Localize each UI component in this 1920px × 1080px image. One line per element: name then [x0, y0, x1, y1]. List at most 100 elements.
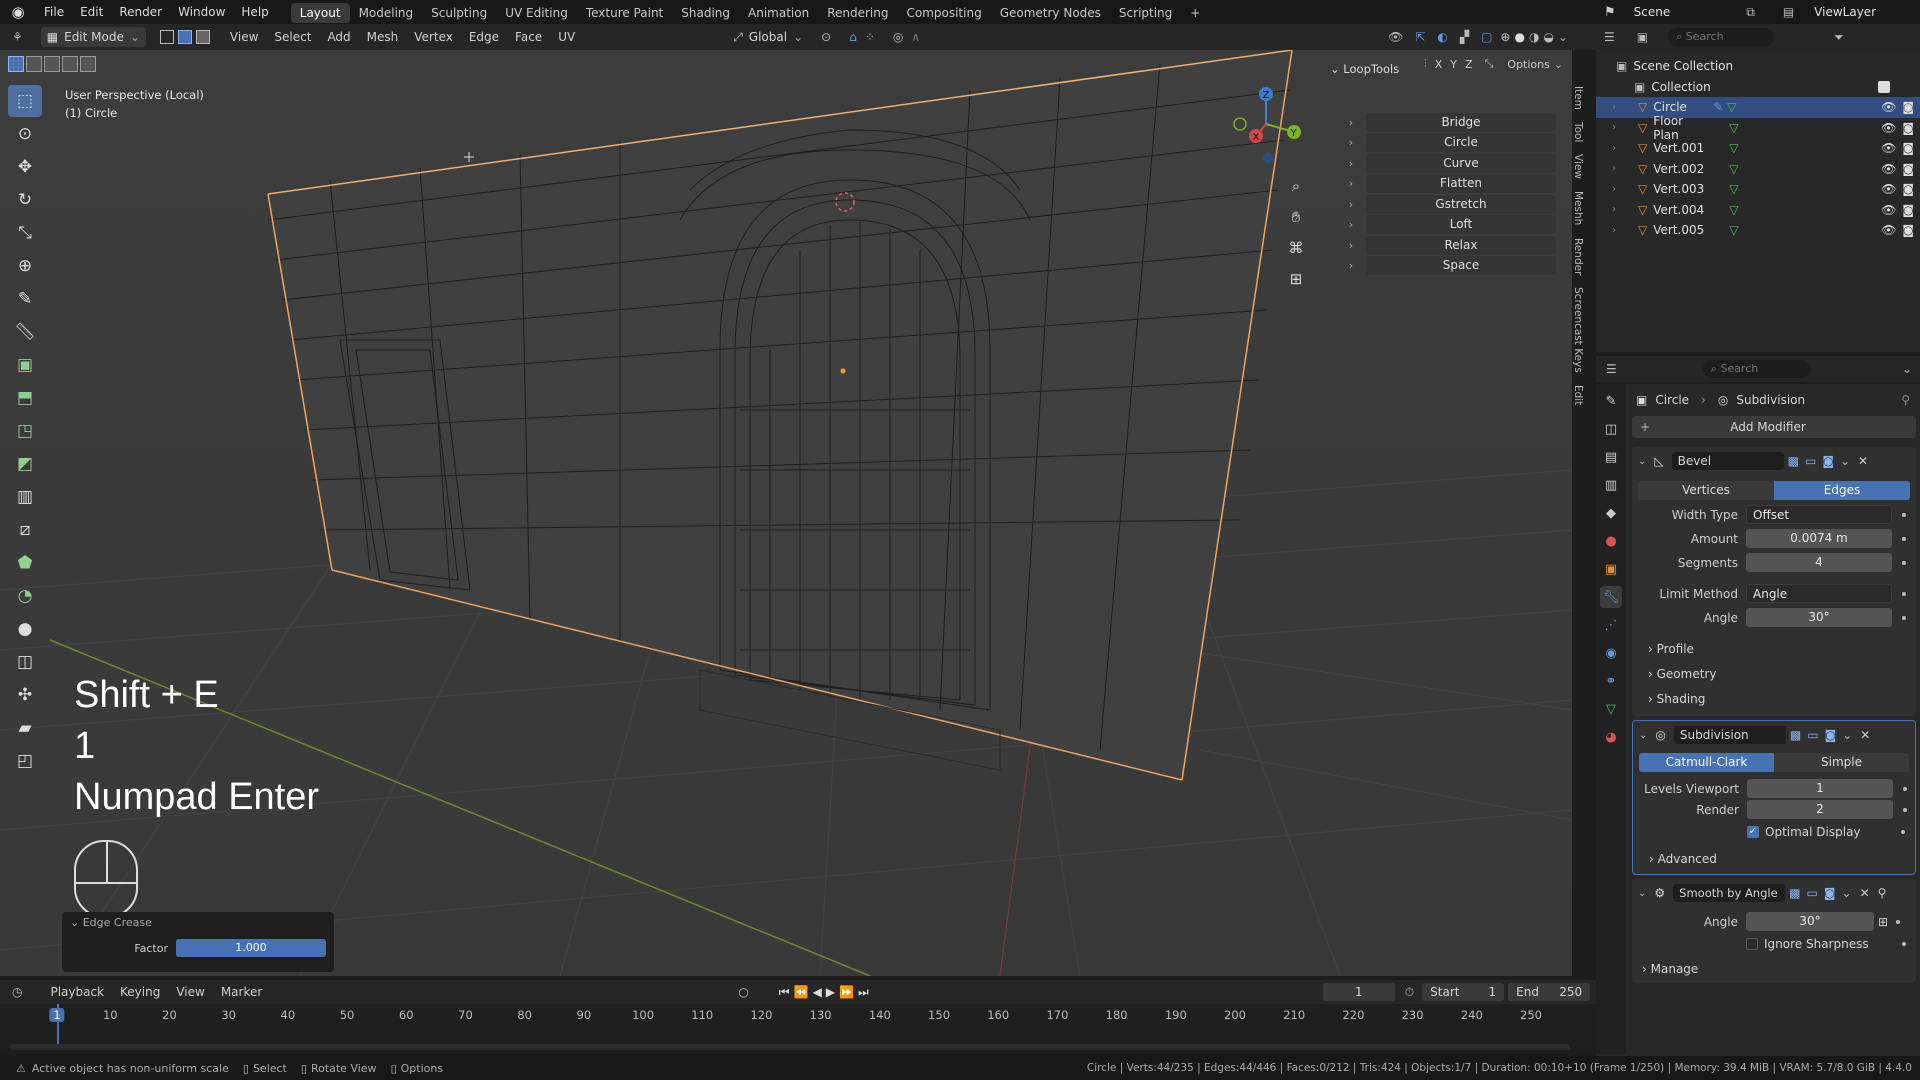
output-tab-icon[interactable]: ▤	[1600, 446, 1622, 468]
keyframe-dot[interactable]	[1903, 807, 1907, 812]
menu-help[interactable]: Help	[233, 0, 276, 24]
end-frame-field[interactable]: End 250	[1508, 983, 1591, 1001]
eye-icon[interactable]: 👁︎	[1881, 203, 1896, 217]
collapse-icon[interactable]: ⌄	[1639, 730, 1647, 741]
shear-tool-icon[interactable]: ▰	[8, 712, 42, 744]
sidebar-tab-edit[interactable]: Edit	[1572, 379, 1584, 411]
add-cube-tool-icon[interactable]: ▣	[8, 349, 42, 381]
looptools-loft-button[interactable]: Loft	[1366, 215, 1556, 234]
menu-playback[interactable]: Playback	[42, 985, 112, 999]
menu-edit[interactable]: Edit	[72, 0, 111, 24]
subpanel-shading[interactable]: › Shading	[1648, 687, 1910, 712]
viewlayer-name[interactable]: ViewLayer	[1814, 5, 1876, 19]
start-frame-field[interactable]: Start 1	[1422, 983, 1505, 1001]
limit-method-dropdown[interactable]: Angle	[1746, 584, 1892, 603]
timeline-ruler[interactable]: 1 10 20 30 40 50 60 70 80 90 100 110 120 130 140 150 160…	[0, 1004, 1596, 1050]
wireframe-shading-icon[interactable]: ⊕	[1500, 30, 1510, 44]
subdivision-name-field[interactable]: Subdivision	[1673, 726, 1786, 744]
optimal-display-checkbox[interactable]: ✓	[1747, 826, 1759, 838]
menu-edge[interactable]: Edge	[461, 30, 507, 44]
measure-tool-icon[interactable]: 📏︎	[8, 316, 42, 348]
keyframe-dot[interactable]	[1896, 919, 1901, 924]
select-new-icon[interactable]	[8, 56, 24, 72]
3d-viewport[interactable]: User Perspective (Local) (1) Circle Z Y …	[0, 50, 1572, 976]
stopwatch-icon[interactable]: ⏱	[1405, 985, 1414, 1000]
edge-slide-tool-icon[interactable]: ◫	[8, 646, 42, 678]
gizmo-icon[interactable]: ⇱	[1415, 30, 1425, 44]
scene-name[interactable]: Scene	[1634, 5, 1671, 19]
expand-icon[interactable]: ›	[1612, 122, 1638, 133]
sidebar-tab-view[interactable]: View	[1572, 148, 1584, 185]
dropdown-icon[interactable]: ⌄	[1840, 454, 1850, 468]
transform-orientation[interactable]: ⤢ Global ⌄	[733, 30, 803, 45]
new-scene-icon[interactable]: ⧉	[1746, 5, 1755, 20]
expand-icon[interactable]: ›	[1612, 225, 1638, 236]
annotate-tool-icon[interactable]: ✎	[8, 283, 42, 315]
pin-icon[interactable]: ⚲	[1901, 393, 1910, 407]
vertex-select-icon[interactable]	[159, 30, 174, 44]
smooth-tool-icon[interactable]: ●	[8, 613, 42, 645]
dropdown-icon[interactable]: ⌄	[1842, 886, 1852, 900]
inset-tool-icon[interactable]: ◳	[8, 415, 42, 447]
modifier-tab-icon[interactable]: 🔧︎	[1600, 586, 1622, 608]
eye-icon[interactable]: 👁︎	[1881, 100, 1896, 114]
xray-icon[interactable]: ▢	[1481, 30, 1492, 44]
perspective-toggle-icon[interactable]: ⊞	[1282, 264, 1310, 294]
rip-tool-icon[interactable]: ◰	[8, 745, 42, 777]
viewport-toggle-icon[interactable]: ▭	[1807, 728, 1818, 742]
smooth-angle-field[interactable]: 30°	[1746, 912, 1874, 931]
tab-animation[interactable]: Animation	[739, 3, 818, 23]
smooth-name-field[interactable]: Smooth by Angle	[1673, 884, 1786, 902]
operator-title[interactable]: ⌄ Edge Crease	[62, 912, 334, 933]
looptools-gstretch-button[interactable]: Gstretch	[1366, 194, 1556, 214]
select-subtract-icon[interactable]	[44, 56, 60, 72]
eye-icon[interactable]: 👁︎	[1881, 162, 1896, 176]
menu-add[interactable]: Add	[319, 30, 358, 44]
menu-select[interactable]: Select	[266, 30, 319, 44]
expand-icon[interactable]: ›	[1612, 143, 1638, 154]
tab-modeling[interactable]: Modeling	[350, 3, 423, 23]
sidebar-tab-tool[interactable]: Tool	[1572, 116, 1584, 148]
tab-rendering[interactable]: Rendering	[818, 3, 897, 23]
edge-select-icon[interactable]	[177, 30, 192, 44]
outliner-item[interactable]: › ▽ Vert.002 ▽ 👁︎ ◙	[1596, 159, 1920, 180]
collapse-icon[interactable]: ⌄	[1638, 456, 1646, 467]
menu-view[interactable]: View	[222, 30, 266, 44]
tab-scripting[interactable]: Scripting	[1110, 3, 1181, 23]
jump-end-icon[interactable]: ⏭	[858, 985, 873, 1000]
select-box-tool-icon[interactable]: ⬚	[8, 85, 42, 117]
menu-view[interactable]: View	[168, 985, 212, 999]
material-tab-icon[interactable]: ◕	[1600, 726, 1622, 748]
menu-render[interactable]: Render	[111, 0, 170, 24]
camera-icon[interactable]: ◙	[1902, 100, 1914, 114]
data-tab-icon[interactable]: ▽	[1600, 698, 1622, 720]
eye-icon[interactable]: 👁︎	[1881, 223, 1896, 237]
edit-mode-toggle-icon[interactable]: ▩	[1788, 454, 1799, 468]
sidebar-tab-item[interactable]: Item	[1572, 80, 1584, 116]
outliner-item[interactable]: › ▽ Vert.003 ▽ 👁︎ ◙	[1596, 179, 1920, 200]
outliner-search-input[interactable]: ⌕ Search	[1668, 28, 1775, 46]
overlays-icon[interactable]: ◐	[1437, 30, 1447, 44]
keyframe-dot[interactable]	[1902, 591, 1906, 596]
factor-slider[interactable]: 1.000	[176, 939, 326, 957]
add-modifier-button[interactable]: + Add Modifier	[1632, 416, 1916, 438]
looptools-circle[interactable]: › Circle	[1336, 133, 1556, 153]
outliner-collection[interactable]: ▣ Collection	[1596, 77, 1920, 98]
rendered-shading-icon[interactable]: ◒	[1543, 30, 1553, 44]
current-frame-field[interactable]: 1	[1322, 983, 1395, 1001]
edit-mode-toggle-icon[interactable]: ▩	[1790, 728, 1801, 742]
menu-face[interactable]: Face	[507, 30, 550, 44]
properties-editor-icon[interactable]: ☰	[1606, 362, 1617, 376]
subpanel-advanced[interactable]: › Advanced	[1639, 848, 1909, 870]
blender-logo-icon[interactable]: ◉	[0, 3, 36, 21]
pivot-icon[interactable]: ⊙	[821, 30, 831, 44]
segments-field[interactable]: 4	[1746, 553, 1892, 572]
looptools-curve[interactable]: › Curve	[1336, 153, 1556, 173]
keyframe-dot[interactable]	[1902, 560, 1906, 565]
menu-uv[interactable]: UV	[550, 30, 583, 44]
tab-catmull-clark[interactable]: Catmull-Clark	[1639, 753, 1774, 772]
bevel-tool-icon[interactable]: ◩	[8, 448, 42, 480]
camera-icon[interactable]: ◙	[1902, 162, 1914, 176]
tab-uv-editing[interactable]: UV Editing	[496, 3, 577, 23]
editor-type-icon[interactable]: ⚘	[12, 30, 23, 44]
